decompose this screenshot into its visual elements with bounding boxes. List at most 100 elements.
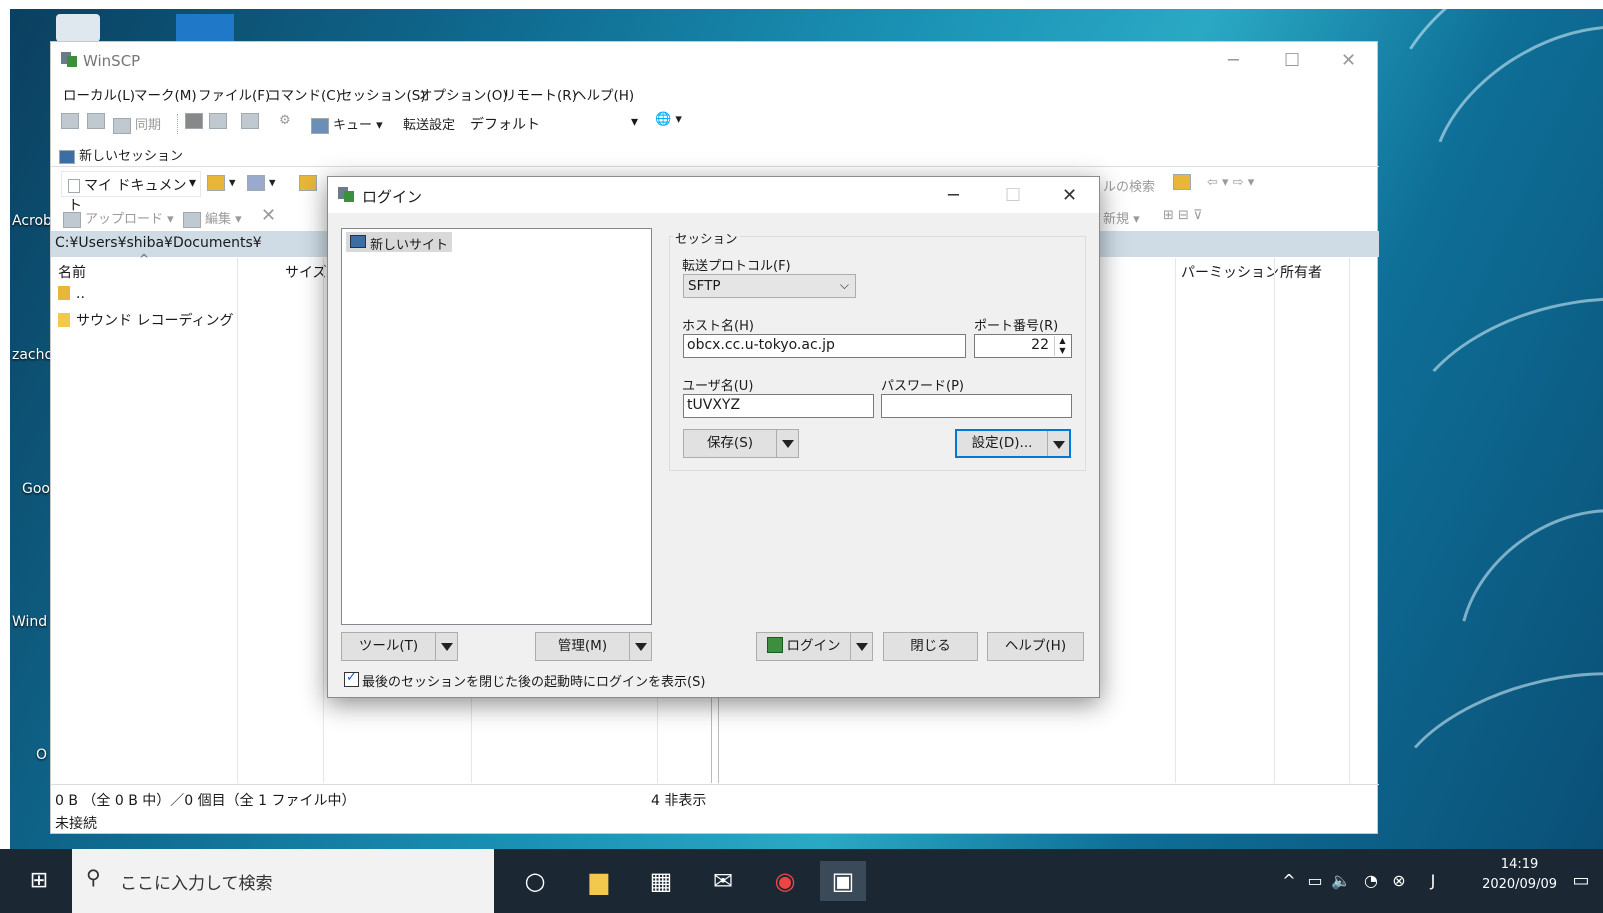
login-dialog: ログイン ─ ☐ ✕ 新しいサイト セッション 転送プロトコル(F) SFTP ⌵… [327, 176, 1100, 698]
password-input[interactable] [881, 394, 1072, 418]
tools-button[interactable]: ツール(T) [341, 632, 458, 661]
search-icon: ⚲ [86, 865, 101, 889]
putty-icon[interactable] [209, 113, 231, 129]
no-connection-icon[interactable]: ⊗ [1380, 861, 1418, 901]
folder-icon [58, 313, 70, 327]
connection-status: 未接続 [55, 816, 97, 832]
mail-icon[interactable]: ✉ [704, 861, 742, 901]
desktop-icon-recycle[interactable] [56, 14, 100, 42]
show-login-checkbox[interactable]: ✓ [344, 670, 359, 687]
menu-session[interactable]: セッション(S) [339, 84, 426, 104]
dropdown-arrow-icon[interactable] [776, 430, 798, 457]
plus-icon[interactable]: ⊞ ⊟ ⊽ [1163, 208, 1203, 223]
taskbar: ⊞ ⚲ ここに入力して検索 ○ ▆ ▦ ✉ ◉ ▣ ^ ▭ 🔈 ◔ ⊗ J 14… [0, 849, 1603, 913]
file-explorer-icon[interactable]: ▆ [580, 861, 618, 901]
host-label: ホスト名(H) [682, 319, 754, 334]
taskbar-search[interactable]: ⚲ ここに入力して検索 [72, 849, 494, 913]
back-icon[interactable]: ⇦ ▾ ⇨ ▾ [1207, 175, 1254, 190]
minimize-icon[interactable]: ─ [1228, 50, 1239, 71]
protocol-label: 転送プロトコル(F) [682, 259, 791, 274]
dropdown-arrow-icon[interactable] [629, 633, 651, 660]
winscp-app-icon [337, 185, 355, 203]
queue-button[interactable]: キュー ▾ [311, 114, 383, 134]
save-button[interactable]: 保存(S) [683, 429, 799, 458]
site-list[interactable]: 新しいサイト [341, 228, 652, 625]
login-button[interactable]: ログイン [756, 632, 873, 661]
dropdown-arrow-icon[interactable] [1047, 431, 1069, 456]
menu-mark[interactable]: マーク(M) [134, 84, 197, 104]
close-icon[interactable]: ✕ [1062, 185, 1077, 206]
find-files-button[interactable]: ルの検索 [1103, 176, 1155, 195]
username-label: ユーザ名(U) [682, 379, 754, 394]
menu-options[interactable]: オプション(O) [419, 84, 508, 104]
status-bar-connection: 未接続 [51, 810, 1379, 835]
close-icon[interactable]: ✕ [1341, 50, 1356, 71]
desktop-icon-label[interactable]: O [36, 747, 47, 763]
menu-file[interactable]: ファイル(F) [198, 84, 270, 104]
transfer-settings-select[interactable]: デフォルト ▾ [463, 110, 643, 136]
parent-folder-icon [58, 286, 70, 300]
local-path: C:¥Users¥shiba¥Documents¥ [55, 235, 262, 251]
cortana-icon[interactable]: ○ [516, 861, 554, 901]
protocol-select[interactable]: SFTP ⌵ [683, 274, 856, 298]
col-owner[interactable]: 所有者 [1280, 262, 1322, 288]
monitor-icon [350, 235, 366, 248]
settings-button[interactable]: 設定(D)... [955, 429, 1071, 458]
port-stepper[interactable]: ▲ ▼ [1054, 336, 1070, 356]
sync-button[interactable]: 同期 [113, 114, 161, 134]
tree-icon[interactable] [1173, 174, 1195, 190]
minimize-icon[interactable]: ─ [948, 185, 959, 206]
close-button[interactable]: 閉じる [883, 632, 978, 661]
clock-date: 2020/09/09 [1482, 877, 1557, 892]
username-input[interactable]: tUVXYZ [683, 394, 874, 418]
menu-help[interactable]: ヘルプ(H) [573, 84, 634, 104]
desktop-icon-label[interactable]: Wind [12, 614, 47, 630]
clock-time: 14:19 [1500, 857, 1539, 872]
maximize-icon: ☐ [1005, 185, 1022, 206]
login-icon [766, 637, 783, 653]
col-permissions[interactable]: パーミッション [1181, 262, 1279, 288]
hidden-count: 4 非表示 [651, 793, 707, 809]
desktop-icon-label[interactable]: zacho [12, 347, 53, 363]
console-icon[interactable] [185, 113, 207, 129]
new-button[interactable]: 新規 ▾ [1103, 208, 1140, 227]
tab-new-session[interactable]: 新しいセッション [59, 145, 183, 164]
site-item-new[interactable]: 新しいサイト [346, 232, 453, 253]
col-name[interactable]: 名前 [58, 262, 86, 288]
manage-button[interactable]: 管理(M) [535, 632, 652, 661]
preferences-open-icon[interactable] [241, 113, 263, 129]
password-label: パスワード(P) [881, 379, 964, 394]
selection-status: 0 B （全 0 B 中）／0 個目（全 1 ファイル中） [55, 793, 356, 809]
notification-icon[interactable]: ▭ [1562, 861, 1600, 901]
search-placeholder: ここに入力して検索 [120, 874, 273, 894]
desktop-icon-label[interactable]: Acrob [12, 213, 52, 229]
globe-icon[interactable]: 🌐 ▾ [655, 112, 682, 127]
host-input[interactable]: obcx.cc.u-tokyo.ac.jp [683, 334, 966, 358]
title-bar[interactable]: WinSCP ─ ☐ ✕ [51, 42, 1377, 80]
dropdown-arrow-icon[interactable] [850, 633, 872, 660]
show-login-checkbox-label[interactable]: 最後のセッションを閉じた後の起動時にログインを表示(S) [362, 671, 705, 690]
ime-icon[interactable]: J [1414, 861, 1452, 901]
session-group-label: セッション [673, 228, 740, 247]
col-size[interactable]: サイズ [285, 262, 327, 288]
gear-icon[interactable]: ⚙ [279, 113, 291, 128]
menu-local[interactable]: ローカル(L) [63, 84, 135, 104]
desktop-icon-label[interactable]: Goo [22, 481, 50, 497]
desktop-icon-edge[interactable] [176, 14, 234, 42]
list-item[interactable]: サウンド レコーディング [58, 310, 233, 330]
list-item[interactable]: .. [58, 286, 85, 302]
dialog-title-bar[interactable]: ログイン ─ ☐ ✕ [328, 177, 1099, 213]
compare-icon[interactable] [61, 113, 83, 129]
winscp-taskbar-icon[interactable]: ▣ [820, 861, 866, 901]
menu-command[interactable]: コマンド(C) [267, 84, 341, 104]
help-button[interactable]: ヘルプ(H) [987, 632, 1084, 661]
sync-browse-icon[interactable] [87, 113, 109, 129]
dropdown-arrow-icon[interactable] [435, 633, 457, 660]
store-icon[interactable]: ▦ [642, 861, 680, 901]
chrome-icon[interactable]: ◉ [766, 861, 804, 901]
menu-remote[interactable]: リモート(R) [503, 84, 577, 104]
windows-start-icon[interactable]: ⊞ [20, 861, 58, 901]
status-bar-files: 0 B （全 0 B 中）／0 個目（全 1 ファイル中） 4 非表示 [51, 784, 1379, 810]
taskbar-clock[interactable]: 14:19 2020/09/09 [1482, 855, 1557, 895]
maximize-icon[interactable]: ☐ [1284, 50, 1300, 71]
